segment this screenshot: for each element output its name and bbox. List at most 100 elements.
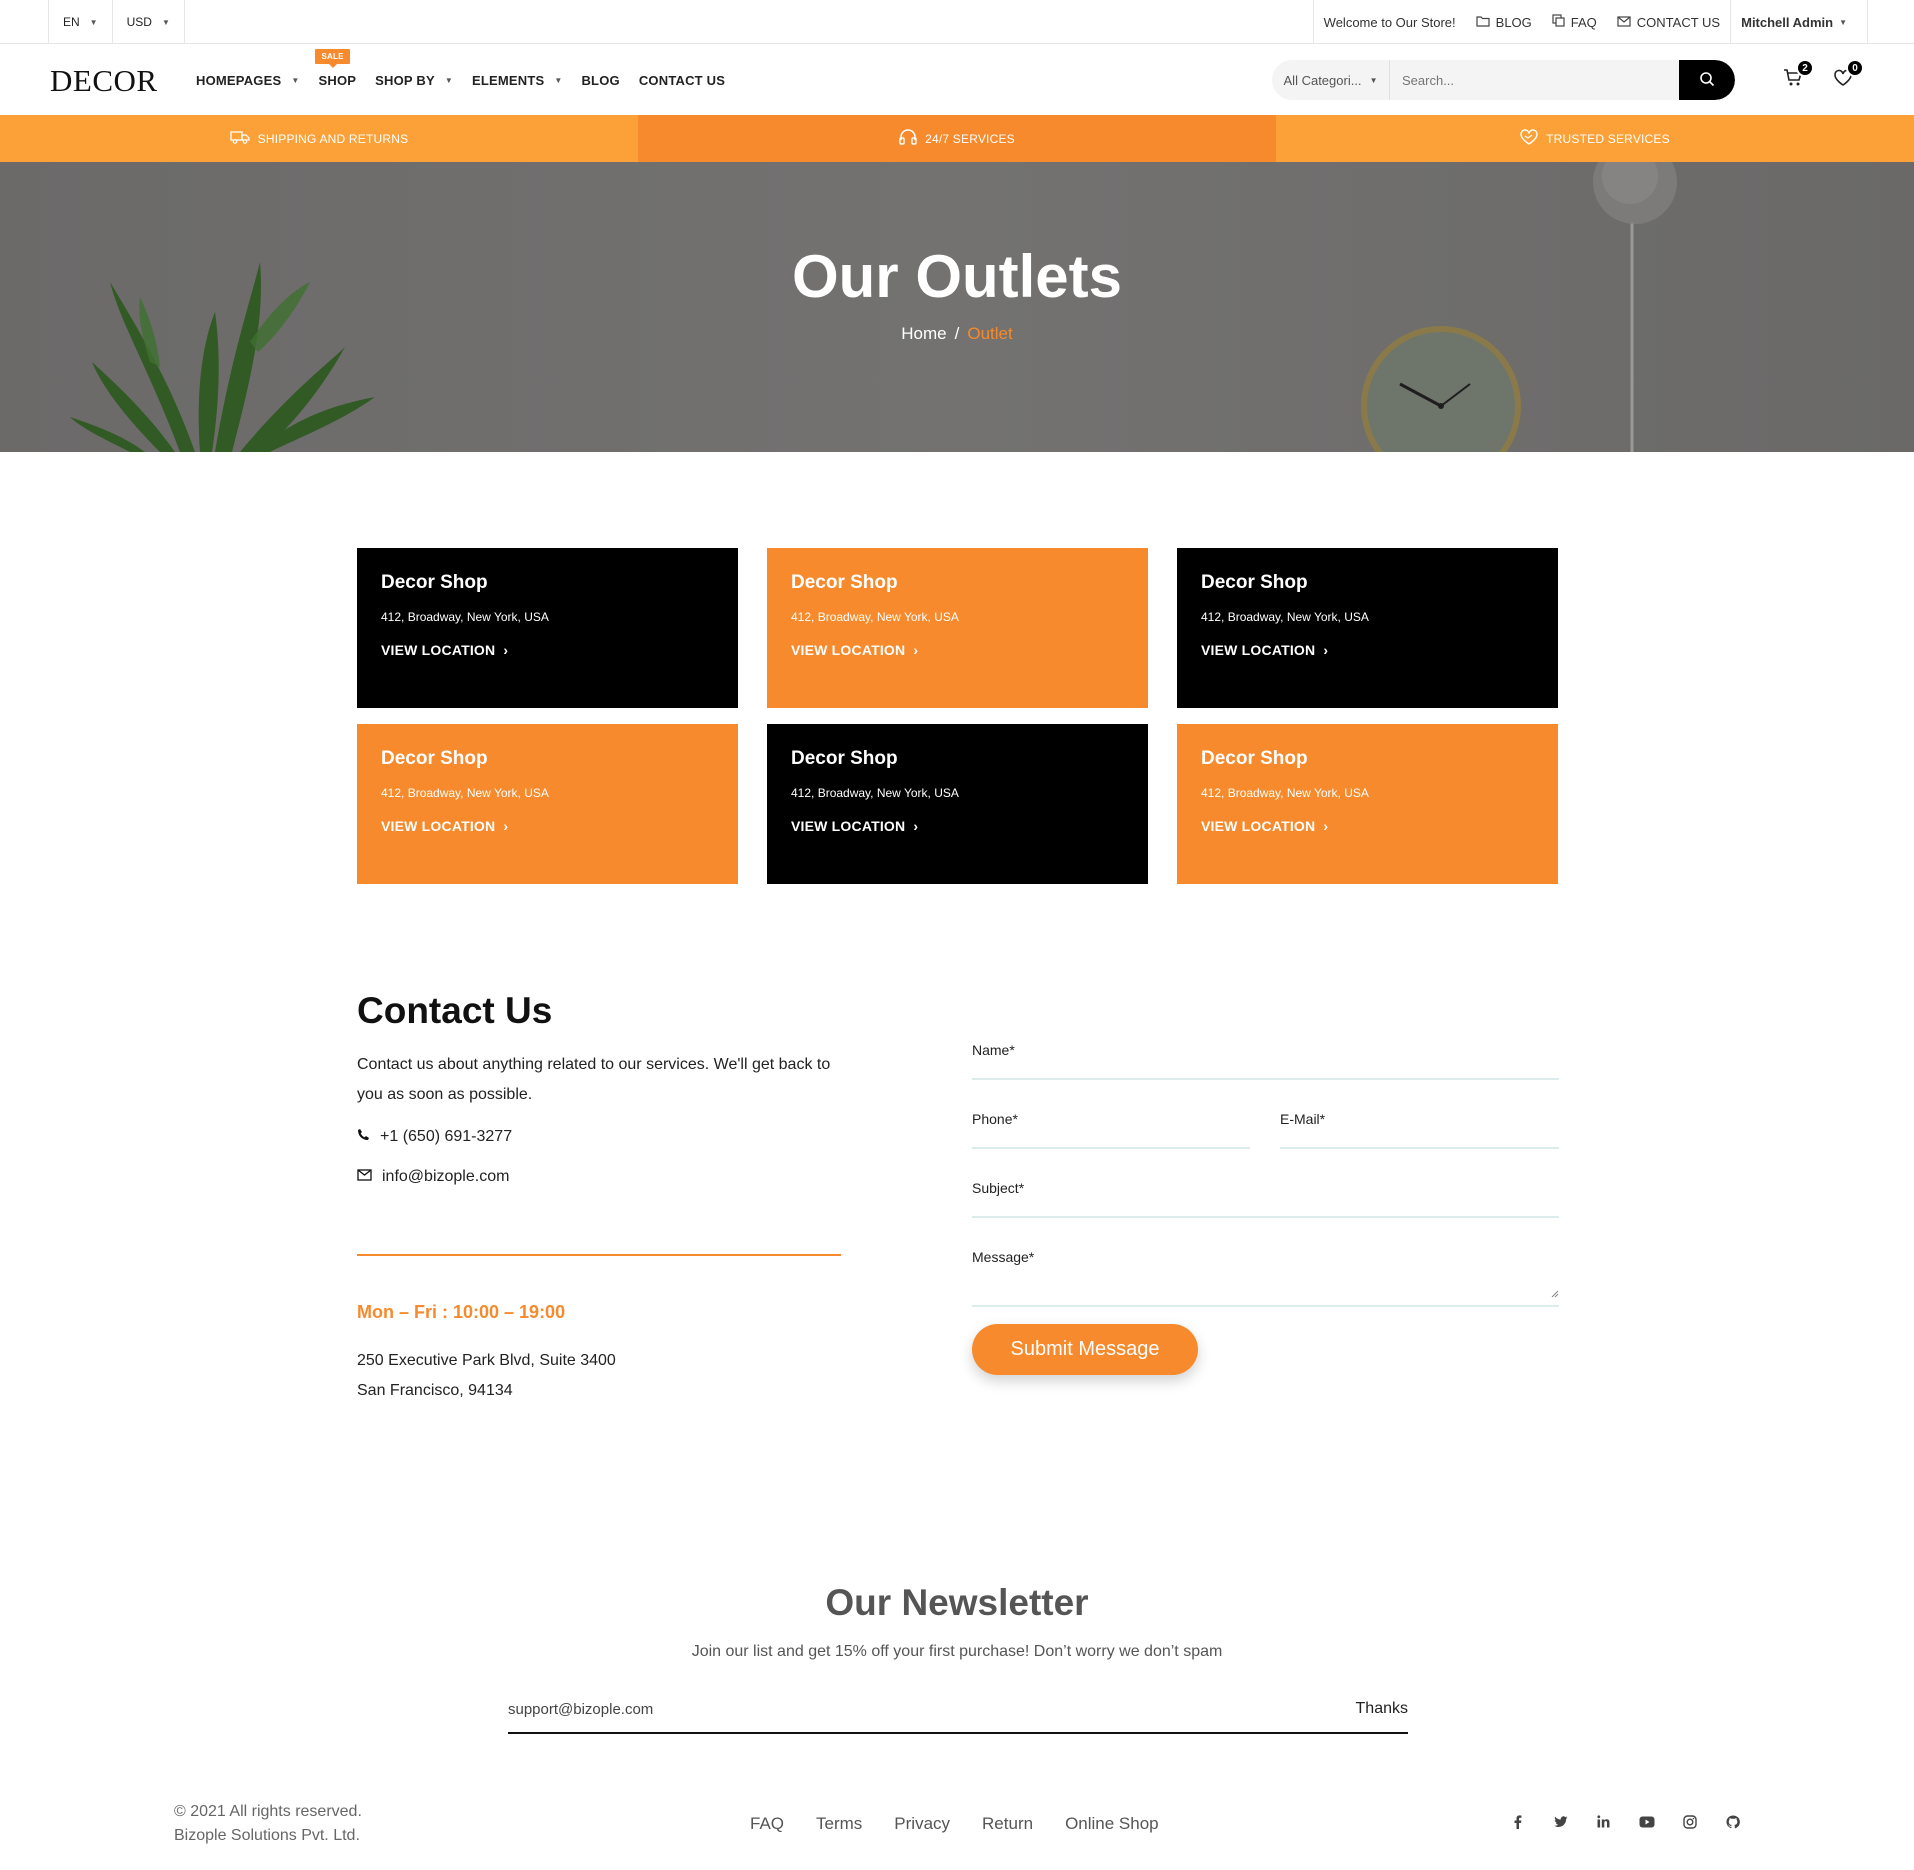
opening-hours: Mon – Fri : 10:00 – 19:00 xyxy=(357,1302,566,1322)
breadcrumb: Home / Outlet xyxy=(0,324,1914,344)
nav-shop-label: SHOP xyxy=(318,72,357,88)
top-links: Welcome to Our Store! BLOG FAQ CONTACT U… xyxy=(1312,0,1868,44)
page-title: Our Outlets xyxy=(791,243,1123,310)
outlet-name: Decor Shop xyxy=(791,572,898,593)
chevron-right-icon: › xyxy=(503,818,509,834)
contact-phone[interactable]: +1 (650) 691-3277 xyxy=(357,1128,841,1146)
outlet-card: Decor Shop 412, Broadway, New York, USA … xyxy=(357,548,738,708)
breadcrumb-current: Outlet xyxy=(967,324,1013,343)
top-link-contact[interactable]: CONTACT US xyxy=(1607,0,1730,44)
contact-address: 250 Executive Park Blvd, Suite 3400 San … xyxy=(357,1346,616,1406)
outlet-card: Decor Shop 412, Broadway, New York, USA … xyxy=(1177,548,1558,708)
search-button[interactable] xyxy=(1679,60,1735,100)
contact-info: Contact Us Contact us about anything rel… xyxy=(357,990,841,1399)
user-menu[interactable]: Mitchell Admin ▼ xyxy=(1730,0,1868,44)
nav-homepages[interactable]: HOMEPAGES ▼ xyxy=(196,73,299,88)
chevron-down-icon: ▼ xyxy=(1839,17,1847,27)
resize-handle-icon[interactable] xyxy=(1550,1285,1559,1303)
phone-icon xyxy=(357,1128,370,1146)
heart-handshake-icon xyxy=(1520,129,1538,148)
chevron-right-icon: › xyxy=(1323,818,1329,834)
contact-title: Contact Us xyxy=(357,990,553,1031)
nav-shop[interactable]: SALE SHOP xyxy=(315,48,357,88)
linkedin-icon[interactable] xyxy=(1594,1812,1613,1831)
facebook-icon[interactable] xyxy=(1508,1812,1527,1831)
locale-selectors: EN ▼ USD ▼ xyxy=(48,0,185,44)
newsletter-email-input[interactable] xyxy=(508,1700,1356,1718)
outlet-name: Decor Shop xyxy=(1201,748,1308,769)
contact-email[interactable]: info@bizople.com xyxy=(357,1168,841,1186)
footer-link-return[interactable]: Return xyxy=(982,1814,1033,1834)
search-input[interactable] xyxy=(1390,60,1679,100)
outlet-address: 412, Broadway, New York, USA xyxy=(1201,610,1369,624)
search-icon xyxy=(1699,71,1715,90)
view-location-label: VIEW LOCATION xyxy=(791,818,906,834)
nav-shop-by[interactable]: SHOP BY ▼ xyxy=(375,73,453,88)
twitter-icon[interactable] xyxy=(1551,1812,1570,1831)
view-location-label: VIEW LOCATION xyxy=(1201,818,1316,834)
nav-blog[interactable]: BLOG xyxy=(581,73,619,88)
youtube-icon[interactable] xyxy=(1637,1812,1656,1831)
main-header: DECOR HOMEPAGES ▼ SALE SHOP SHOP BY ▼ EL… xyxy=(0,45,1914,115)
outlet-card: Decor Shop 412, Broadway, New York, USA … xyxy=(767,724,1148,884)
service-trusted-label: TRUSTED SERVICES xyxy=(1546,131,1670,146)
view-location-label: VIEW LOCATION xyxy=(381,818,496,834)
site-logo[interactable]: DECOR xyxy=(50,63,158,99)
welcome-text: Welcome to Our Store! xyxy=(1312,0,1466,44)
nav-contact[interactable]: CONTACT US xyxy=(639,73,725,88)
contact-divider xyxy=(357,1254,841,1256)
view-location-link[interactable]: VIEW LOCATION › xyxy=(791,818,1124,834)
breadcrumb-separator: / xyxy=(954,324,960,343)
main-nav: HOMEPAGES ▼ SALE SHOP SHOP BY ▼ ELEMENTS… xyxy=(196,45,725,115)
view-location-link[interactable]: VIEW LOCATION › xyxy=(381,642,714,658)
view-location-label: VIEW LOCATION xyxy=(381,642,496,658)
name-field-label: Name* xyxy=(972,1042,1015,1058)
chevron-right-icon: › xyxy=(503,642,509,658)
top-link-blog-label: BLOG xyxy=(1495,14,1532,30)
view-location-link[interactable]: VIEW LOCATION › xyxy=(1201,642,1534,658)
service-support: 24/7 SERVICES xyxy=(638,115,1276,162)
breadcrumb-home[interactable]: Home xyxy=(901,324,946,343)
top-link-contact-label: CONTACT US xyxy=(1636,14,1721,30)
address-line-2: San Francisco, 94134 xyxy=(357,1382,513,1399)
top-link-faq[interactable]: FAQ xyxy=(1542,0,1607,44)
currency-select[interactable]: USD ▼ xyxy=(111,0,185,44)
top-link-blog[interactable]: BLOG xyxy=(1466,0,1542,44)
footer-link-online-shop[interactable]: Online Shop xyxy=(1065,1814,1159,1834)
github-icon[interactable] xyxy=(1723,1812,1742,1831)
view-location-link[interactable]: VIEW LOCATION › xyxy=(791,642,1124,658)
footer-link-terms[interactable]: Terms xyxy=(816,1814,862,1834)
nav-homepages-label: HOMEPAGES xyxy=(196,72,282,88)
view-location-link[interactable]: VIEW LOCATION › xyxy=(381,818,714,834)
cart-button[interactable]: 2 xyxy=(1780,59,1814,93)
social-links xyxy=(1508,1812,1742,1831)
nav-contact-label: CONTACT US xyxy=(638,72,726,88)
submit-message-button[interactable]: Submit Message xyxy=(972,1324,1198,1375)
search-category-label: All Categori... xyxy=(1283,72,1362,88)
instagram-icon[interactable] xyxy=(1680,1812,1699,1831)
footer-link-faq[interactable]: FAQ xyxy=(750,1814,784,1834)
service-shipping-label: SHIPPING AND RETURNS xyxy=(257,131,409,146)
subject-field[interactable]: Subject* xyxy=(972,1168,1559,1218)
currency-label: USD xyxy=(126,15,152,29)
phone-field[interactable]: Phone* xyxy=(972,1099,1250,1149)
folder-icon xyxy=(1476,15,1490,30)
wishlist-button[interactable]: 0 xyxy=(1830,59,1864,93)
service-shipping: SHIPPING AND RETURNS xyxy=(0,115,638,162)
outlet-card: Decor Shop 412, Broadway, New York, USA … xyxy=(767,548,1148,708)
copy-icon xyxy=(1552,14,1565,30)
chevron-down-icon: ▼ xyxy=(444,75,453,85)
search-category-select[interactable]: All Categori... ▼ xyxy=(1272,60,1390,100)
headphones-icon xyxy=(899,129,917,148)
message-field[interactable]: Message* xyxy=(972,1237,1559,1307)
email-field-label: E-Mail* xyxy=(1280,1111,1326,1127)
view-location-link[interactable]: VIEW LOCATION › xyxy=(1201,818,1534,834)
name-field[interactable]: Name* xyxy=(972,1030,1559,1080)
nav-elements[interactable]: ELEMENTS ▼ xyxy=(472,73,563,88)
wishlist-count-badge: 0 xyxy=(1846,59,1864,77)
footer-link-privacy[interactable]: Privacy xyxy=(894,1814,950,1834)
newsletter-submit-button[interactable]: Thanks xyxy=(1356,1700,1408,1718)
email-field[interactable]: E-Mail* xyxy=(1280,1099,1559,1149)
language-select[interactable]: EN ▼ xyxy=(48,0,112,44)
outlet-address: 412, Broadway, New York, USA xyxy=(381,610,549,624)
